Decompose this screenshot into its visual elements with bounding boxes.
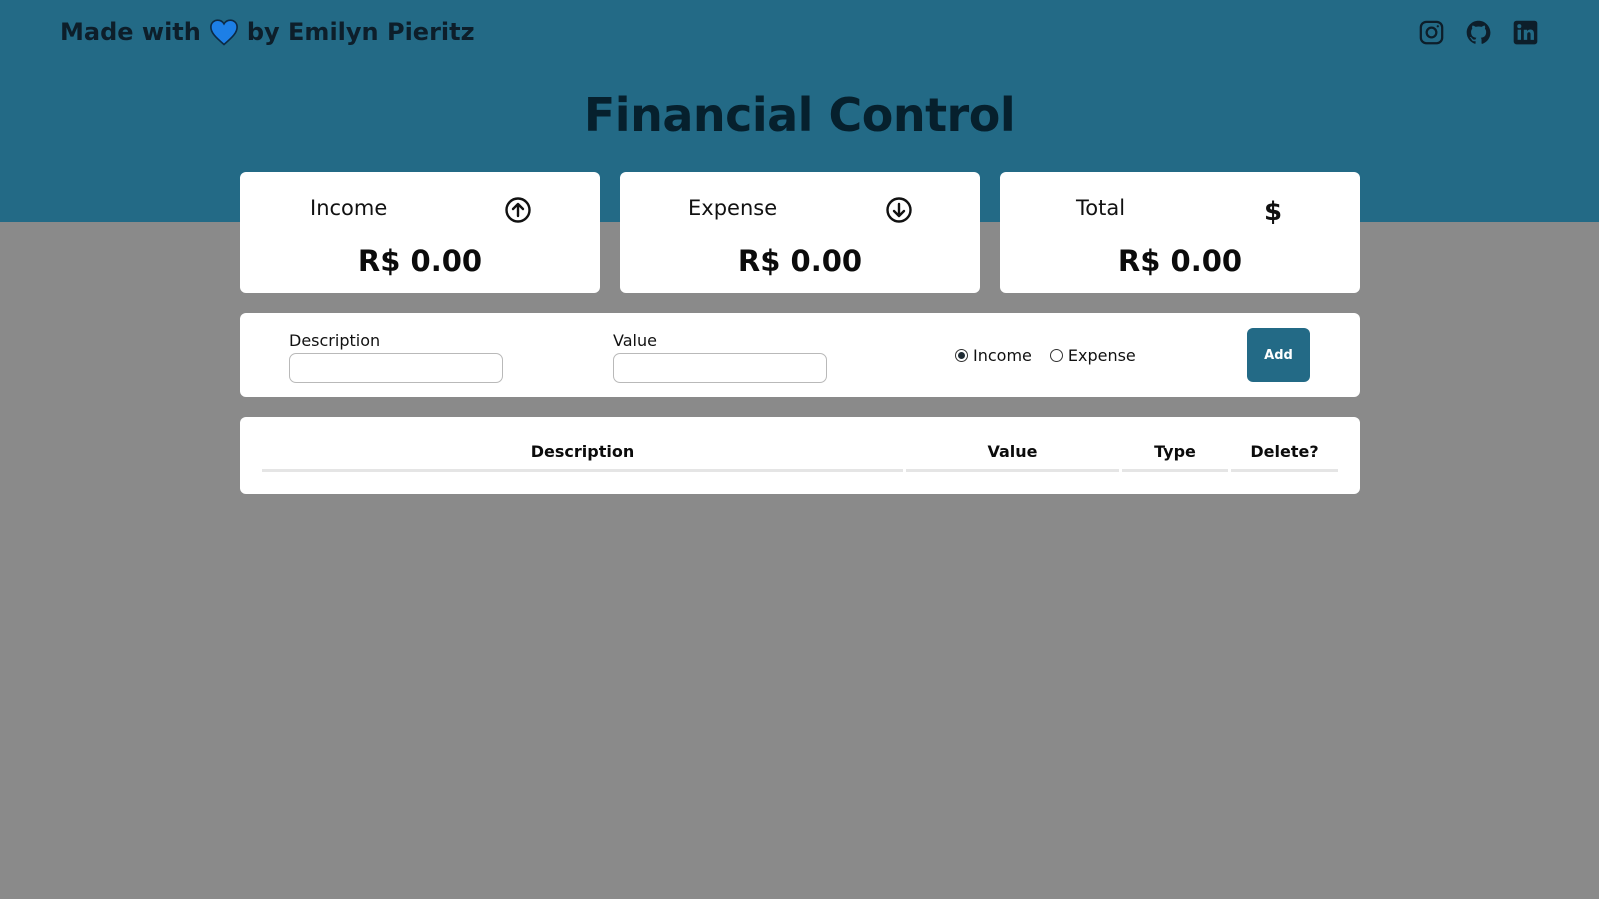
income-value: R$ 0.00 xyxy=(357,244,483,278)
dollar-icon: $ xyxy=(1259,196,1287,224)
credit-line: Made with by Emilyn Pieritz xyxy=(60,18,475,46)
table-header-row: Description Value Type Delete? xyxy=(262,442,1338,472)
column-header-delete: Delete? xyxy=(1231,442,1338,472)
description-label: Description xyxy=(289,331,381,350)
credit-suffix: by Emilyn Pieritz xyxy=(246,18,475,46)
linkedin-icon[interactable] xyxy=(1512,19,1539,46)
radio-income-label: Income xyxy=(973,346,1032,365)
page-title: Financial Control xyxy=(583,88,1016,142)
expense-label: Expense xyxy=(688,196,778,220)
social-links xyxy=(1418,19,1539,46)
value-input[interactable] xyxy=(613,353,827,383)
radio-expense-label: Expense xyxy=(1067,346,1136,365)
value-label: Value xyxy=(613,331,657,350)
total-label: Total xyxy=(1076,196,1126,220)
expense-card: Expense R$ 0.00 xyxy=(620,172,980,293)
expense-value: R$ 0.00 xyxy=(737,244,863,278)
transactions-table: Description Value Type Delete? xyxy=(240,417,1360,494)
income-label: Income xyxy=(310,196,388,220)
column-header-description: Description xyxy=(262,442,903,472)
add-button[interactable]: Add xyxy=(1247,328,1310,382)
transaction-form: Description Value Income Expense Add xyxy=(240,313,1360,397)
radio-income[interactable]: Income xyxy=(955,346,1032,365)
instagram-icon[interactable] xyxy=(1418,19,1445,46)
radio-income-dot[interactable] xyxy=(955,349,968,362)
arrow-down-circle-icon xyxy=(885,196,913,224)
column-header-value: Value xyxy=(906,442,1119,472)
svg-text:$: $ xyxy=(1264,197,1282,224)
type-radio-group: Income Expense xyxy=(955,346,1136,365)
column-header-type: Type xyxy=(1122,442,1228,472)
github-icon[interactable] xyxy=(1465,19,1492,46)
description-input[interactable] xyxy=(289,353,503,383)
summary-cards: Income R$ 0.00 Expense R$ 0.00 Total $ R… xyxy=(240,172,1360,293)
credit-prefix: Made with xyxy=(60,18,201,46)
arrow-up-circle-icon xyxy=(504,196,532,224)
heart-icon xyxy=(209,18,239,46)
total-value: R$ 0.00 xyxy=(1117,244,1243,278)
radio-expense[interactable]: Expense xyxy=(1049,346,1136,365)
income-card: Income R$ 0.00 xyxy=(240,172,600,293)
total-card: Total $ R$ 0.00 xyxy=(1000,172,1360,293)
radio-expense-dot[interactable] xyxy=(1049,349,1063,362)
